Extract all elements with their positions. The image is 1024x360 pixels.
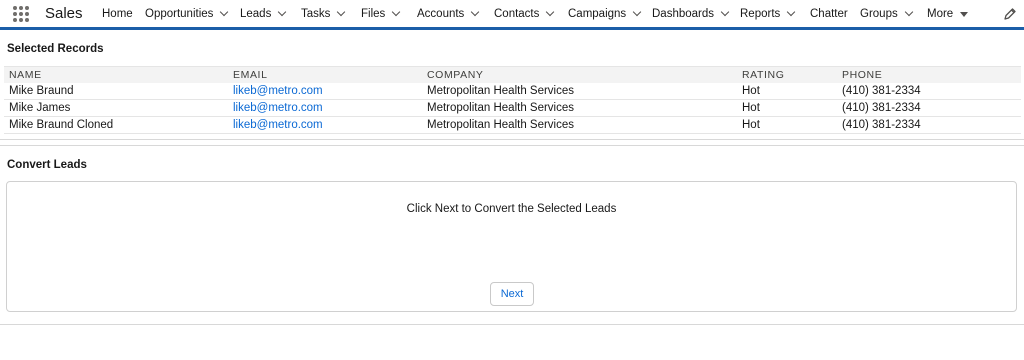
- nav-item-leads[interactable]: Leads: [240, 7, 287, 20]
- nav-item-home[interactable]: Home: [102, 8, 133, 20]
- chevron-down-icon[interactable]: [278, 7, 287, 17]
- caret-down-icon[interactable]: [960, 12, 969, 17]
- table-row: Mike Braund Cloned likeb@metro.com Metro…: [4, 116, 1021, 134]
- edit-nav-pencil-icon[interactable]: [1003, 7, 1017, 21]
- record-name: Mike Braund: [4, 82, 228, 100]
- nav-item-contacts[interactable]: Contacts: [494, 7, 555, 20]
- app-name: Sales: [45, 5, 83, 22]
- next-button[interactable]: Next: [490, 282, 534, 306]
- record-phone: (410) 381-2334: [837, 82, 1021, 100]
- app-launcher-icon[interactable]: [13, 6, 29, 22]
- record-name: Mike James: [4, 99, 228, 117]
- global-navigation-bar: Sales Home Opportunities Leads Tasks Fil…: [0, 0, 1024, 30]
- record-company: Metropolitan Health Services: [422, 82, 737, 100]
- record-email-link[interactable]: likeb@metro.com: [233, 102, 323, 114]
- table-header-row: NAME EMAIL COMPANY RATING PHONE: [4, 66, 1021, 83]
- nav-item-label: Dashboards: [652, 8, 715, 20]
- nav-item-more[interactable]: More: [927, 8, 969, 20]
- nav-item-label: Contacts: [494, 8, 540, 20]
- selected-records-table: NAME EMAIL COMPANY RATING PHONE Mike Bra…: [4, 66, 1021, 134]
- chevron-down-icon[interactable]: [220, 7, 229, 17]
- record-email-link[interactable]: likeb@metro.com: [233, 119, 323, 131]
- nav-item-label: Leads: [240, 8, 272, 20]
- selected-records-title: Selected Records: [7, 43, 104, 55]
- nav-item-label: Files: [361, 8, 386, 20]
- record-name: Mike Braund Cloned: [4, 116, 228, 134]
- record-company: Metropolitan Health Services: [422, 99, 737, 117]
- column-header-phone: PHONE: [837, 66, 1021, 83]
- record-rating: Hot: [737, 82, 837, 100]
- record-email-cell: likeb@metro.com: [228, 82, 422, 100]
- record-rating: Hot: [737, 116, 837, 134]
- section-divider: [0, 145, 1024, 146]
- section-divider: [0, 139, 1024, 140]
- nav-item-label: Campaigns: [568, 8, 627, 20]
- column-header-name: NAME: [4, 66, 228, 83]
- nav-item-groups[interactable]: Groups: [860, 7, 913, 20]
- chevron-down-icon[interactable]: [546, 7, 555, 17]
- chevron-down-icon[interactable]: [720, 7, 730, 17]
- chevron-down-icon[interactable]: [471, 7, 480, 17]
- nav-item-label: Opportunities: [145, 8, 214, 20]
- nav-item-label: Reports: [740, 8, 781, 20]
- convert-instructions: Click Next to Convert the Selected Leads: [406, 203, 617, 215]
- record-phone: (410) 381-2334: [837, 99, 1021, 117]
- nav-item-opportunities[interactable]: Opportunities: [145, 7, 229, 20]
- column-header-company: COMPANY: [422, 66, 737, 83]
- table-row: Mike James likeb@metro.com Metropolitan …: [4, 99, 1021, 117]
- nav-item-label: More: [927, 8, 954, 20]
- record-email-cell: likeb@metro.com: [228, 99, 422, 117]
- column-header-email: EMAIL: [228, 66, 422, 83]
- section-divider: [0, 324, 1024, 325]
- nav-item-label: Accounts: [417, 8, 465, 20]
- record-email-cell: likeb@metro.com: [228, 116, 422, 134]
- convert-leads-panel: Click Next to Convert the Selected Leads…: [6, 181, 1017, 312]
- record-phone: (410) 381-2334: [837, 116, 1021, 134]
- record-company: Metropolitan Health Services: [422, 116, 737, 134]
- nav-item-reports[interactable]: Reports: [740, 7, 796, 20]
- nav-item-files[interactable]: Files: [361, 7, 401, 20]
- table-row: Mike Braund likeb@metro.com Metropolitan…: [4, 82, 1021, 100]
- chevron-down-icon[interactable]: [337, 7, 346, 17]
- nav-item-label: Tasks: [301, 8, 331, 20]
- nav-item-chatter[interactable]: Chatter: [810, 8, 848, 20]
- convert-leads-title: Convert Leads: [7, 159, 87, 171]
- nav-item-campaigns[interactable]: Campaigns: [568, 7, 642, 20]
- column-header-rating: RATING: [737, 66, 837, 83]
- chevron-down-icon[interactable]: [392, 7, 401, 17]
- chevron-down-icon[interactable]: [904, 7, 913, 17]
- nav-item-tasks[interactable]: Tasks: [301, 7, 346, 20]
- record-rating: Hot: [737, 99, 837, 117]
- nav-item-label: Home: [102, 8, 133, 20]
- chevron-down-icon[interactable]: [787, 7, 796, 17]
- nav-item-dashboards[interactable]: Dashboards: [652, 7, 730, 20]
- record-email-link[interactable]: likeb@metro.com: [233, 85, 323, 97]
- nav-item-label: Groups: [860, 8, 898, 20]
- nav-item-accounts[interactable]: Accounts: [417, 7, 480, 20]
- nav-item-label: Chatter: [810, 8, 848, 20]
- chevron-down-icon[interactable]: [632, 7, 642, 17]
